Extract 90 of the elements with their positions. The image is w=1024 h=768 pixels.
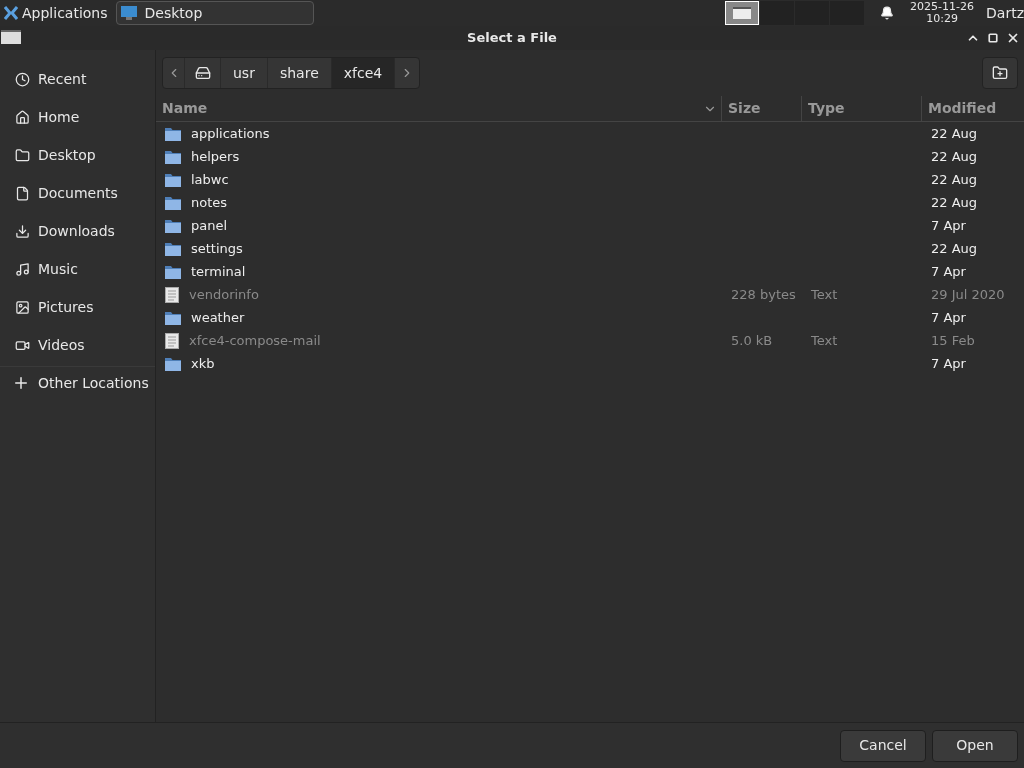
file-modified: 22 Aug (931, 240, 978, 256)
file-name: notes (191, 193, 228, 212)
cancel-button[interactable]: Cancel (840, 729, 926, 762)
folder-icon (165, 126, 181, 141)
file-size: 5.0 kB (731, 332, 773, 348)
recent-icon (15, 71, 30, 87)
file-name: vendorinfo (189, 285, 259, 304)
file-row[interactable]: vendorinfo 228 bytes Text 29 Jul 2020 (156, 283, 1024, 306)
file-name: applications (191, 124, 270, 143)
file-name: weather (191, 308, 245, 327)
file-size: 228 bytes (731, 286, 796, 302)
file-name: helpers (191, 147, 240, 166)
file-row[interactable]: notes 22 Aug (156, 191, 1024, 214)
sidebar-item[interactable]: Recent (0, 60, 155, 98)
home-icon (15, 109, 30, 125)
file-name: xkb (191, 354, 215, 373)
folder-icon (15, 147, 30, 163)
file-modified: 22 Aug (931, 125, 978, 141)
new-folder-button[interactable] (982, 57, 1018, 89)
path-button[interactable]: usr (221, 58, 268, 88)
folder-icon (165, 149, 181, 164)
window-title: Select a File (467, 29, 557, 48)
file-name: xfce4-compose-mail (189, 331, 321, 350)
folder-icon (165, 172, 181, 187)
file-row[interactable]: helpers 22 Aug (156, 145, 1024, 168)
file-row[interactable]: terminal 7 Apr (156, 260, 1024, 283)
file-row[interactable]: xfce4-compose-mail 5.0 kB Text 15 Feb (156, 329, 1024, 352)
file-type: Text (811, 332, 838, 348)
window-thumbnail-icon (733, 7, 752, 19)
workspace-button[interactable] (725, 1, 760, 25)
applications-menu[interactable]: Applications (0, 0, 112, 26)
text-file-icon (165, 286, 179, 303)
folder-icon (165, 310, 181, 325)
drive-icon (194, 65, 211, 81)
text-file-icon (165, 332, 179, 349)
column-header[interactable]: Modified (922, 96, 1024, 121)
path-button[interactable]: share (267, 58, 332, 88)
folder-icon (165, 218, 181, 233)
column-header[interactable]: Type (802, 96, 922, 121)
file-name: terminal (191, 262, 246, 281)
file-row[interactable]: labwc 22 Aug (156, 168, 1024, 191)
file-modified: 22 Aug (931, 171, 978, 187)
window-icon (1, 30, 21, 44)
notification-bell-icon[interactable] (880, 6, 895, 20)
app-menu-icon (4, 6, 18, 20)
sidebar-item[interactable]: Videos (0, 326, 155, 364)
file-row[interactable]: xkb 7 Apr (156, 352, 1024, 375)
folder-icon (165, 195, 181, 210)
file-name: panel (191, 216, 228, 235)
folder-icon (165, 241, 181, 256)
monitor-icon (120, 6, 137, 20)
file-modified: 7 Apr (931, 217, 966, 233)
file-modified: 22 Aug (931, 148, 978, 164)
file-type: Text (811, 286, 838, 302)
file-name: labwc (191, 170, 229, 189)
file-row[interactable]: panel 7 Apr (156, 214, 1024, 237)
file-modified: 29 Jul 2020 (931, 286, 1005, 302)
column-header[interactable]: Size (722, 96, 802, 121)
close-icon[interactable] (1006, 31, 1020, 45)
column-header[interactable]: Name (156, 96, 722, 121)
file-row[interactable]: settings 22 Aug (156, 237, 1024, 260)
sidebar-item[interactable]: Documents (0, 174, 155, 212)
clock[interactable]: 2025-11-26 10:29 (910, 1, 975, 25)
folder-icon (165, 264, 181, 279)
sidebar-item[interactable]: Other Locations (0, 367, 155, 399)
task-button[interactable]: Desktop (115, 1, 314, 25)
sidebar-item[interactable]: Desktop (0, 136, 155, 174)
document-icon (15, 185, 30, 201)
music-icon (15, 261, 30, 277)
new-folder-icon (992, 65, 1008, 81)
file-modified: 7 Apr (931, 355, 966, 371)
file-modified: 7 Apr (931, 309, 966, 325)
maximize-icon[interactable] (988, 33, 998, 43)
sidebar-item[interactable]: Pictures (0, 288, 155, 326)
picture-icon (15, 299, 30, 315)
file-row[interactable]: applications 22 Aug (156, 122, 1024, 145)
sidebar-item[interactable]: Music (0, 250, 155, 288)
plus-icon (12, 374, 30, 392)
user-name[interactable]: Dartz (986, 2, 1024, 24)
file-modified: 22 Aug (931, 194, 978, 210)
file-name: settings (191, 239, 243, 258)
file-modified: 7 Apr (931, 263, 966, 279)
file-modified: 15 Feb (931, 332, 975, 348)
sidebar-item[interactable]: Home (0, 98, 155, 136)
path-button[interactable]: xfce4 (331, 58, 396, 88)
open-button[interactable]: Open (932, 729, 1018, 762)
sidebar-item[interactable]: Downloads (0, 212, 155, 250)
download-icon (15, 223, 30, 239)
folder-icon (165, 356, 181, 371)
file-row[interactable]: weather 7 Apr (156, 306, 1024, 329)
